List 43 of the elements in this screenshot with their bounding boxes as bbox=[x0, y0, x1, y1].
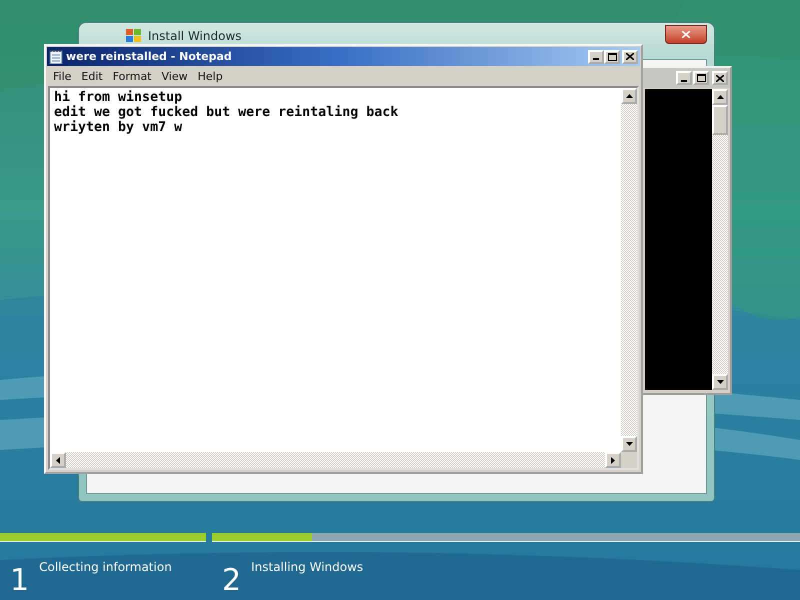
close-icon bbox=[682, 31, 690, 38]
close-icon bbox=[716, 74, 724, 82]
vertical-scrollbar[interactable] bbox=[621, 88, 637, 452]
step-label: Installing Windows bbox=[251, 560, 364, 574]
close-icon bbox=[626, 53, 634, 60]
minimize-button[interactable] bbox=[588, 50, 604, 64]
arrow-down-icon bbox=[626, 442, 632, 446]
arrow-down-icon bbox=[716, 380, 724, 384]
scroll-up-button[interactable] bbox=[712, 89, 728, 105]
text-line: hi from winsetup bbox=[54, 90, 184, 105]
scroll-down-button[interactable] bbox=[712, 374, 728, 390]
minimize-button[interactable] bbox=[676, 71, 692, 85]
maximize-icon bbox=[608, 52, 616, 60]
menu-item[interactable]: Help bbox=[192, 70, 228, 82]
vertical-scrollbar[interactable] bbox=[712, 89, 728, 390]
maximize-button[interactable] bbox=[604, 50, 620, 64]
arrow-left-icon bbox=[56, 456, 60, 464]
arrow-up-icon bbox=[716, 95, 724, 99]
menu-item[interactable]: View bbox=[156, 70, 193, 82]
close-button[interactable] bbox=[665, 25, 707, 44]
horizontal-scrollbar[interactable] bbox=[50, 452, 621, 468]
step-number: 1 bbox=[10, 564, 30, 598]
scroll-right-button[interactable] bbox=[605, 452, 621, 468]
window-title: were reinstalled - Notepad bbox=[66, 50, 232, 63]
window-title: Install Windows bbox=[148, 29, 242, 43]
notepad-icon bbox=[49, 49, 63, 64]
menu-item[interactable]: File bbox=[48, 70, 76, 82]
scroll-up-button[interactable] bbox=[621, 88, 637, 104]
step-label: Collecting information bbox=[39, 560, 172, 574]
maximize-icon bbox=[696, 74, 706, 82]
scroll-down-button[interactable] bbox=[621, 436, 637, 452]
menu-item[interactable]: Format bbox=[108, 70, 156, 82]
arrow-right-icon bbox=[611, 456, 615, 464]
scroll-left-button[interactable] bbox=[50, 452, 66, 468]
windows-flag-icon bbox=[126, 29, 142, 43]
maximize-button[interactable] bbox=[693, 71, 709, 85]
scroll-thumb[interactable] bbox=[712, 105, 728, 135]
menu-item[interactable]: Edit bbox=[76, 70, 108, 82]
text-line: wriyten by vm7 w bbox=[54, 120, 184, 135]
text-line: edit we got fucked but were reintaling back bbox=[54, 105, 400, 120]
arrow-up-icon bbox=[626, 94, 632, 98]
step-number: 2 bbox=[222, 564, 242, 598]
resize-grip[interactable] bbox=[621, 452, 637, 468]
